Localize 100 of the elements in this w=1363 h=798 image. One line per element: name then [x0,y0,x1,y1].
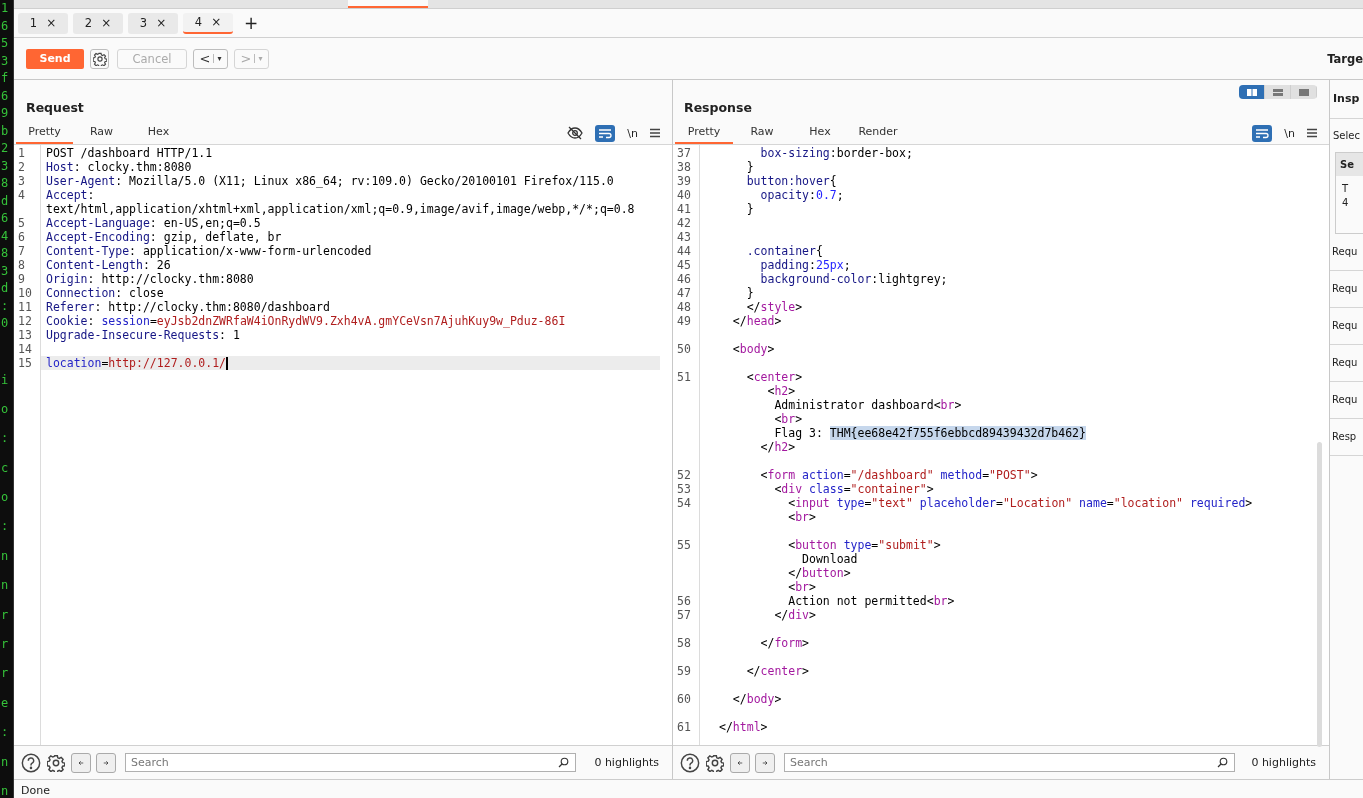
panel-text: T [1342,183,1349,194]
terminal-text: c [1,460,10,475]
code-line: </style> [745,300,803,314]
panel-header: Se [1340,159,1354,170]
view-tab[interactable]: Render [849,122,907,144]
help-icon[interactable] [21,752,41,773]
terminal-text: 4 [1,227,10,245]
code-line: Connection: close [45,286,164,300]
code-line: </html> [718,720,768,734]
line-number: 53 [677,482,691,496]
terminal-text: 0 [1,315,10,332]
inspector-section[interactable]: Requ [1332,283,1358,294]
close-icon[interactable]: × [156,16,167,30]
line-number: 55 [677,538,691,552]
code-line: Download [801,552,858,566]
line-number: 54 [677,496,691,510]
line-number: 43 [677,230,691,244]
newline-toggle[interactable]: \n [627,126,638,140]
terminal-text: d [1,192,10,210]
line-number: 9 [18,272,25,286]
close-icon[interactable]: × [46,16,57,30]
settings-icon[interactable] [706,753,724,772]
line-number: 49 [677,314,691,328]
code-line: button:hover{ [745,174,837,188]
numbered-tab[interactable]: 1 × [18,12,68,34]
code-line: location=http://127.0.0.1/ [45,356,227,370]
line-number: 57 [677,608,691,622]
terminal-text: e [1,695,10,710]
line-number: 45 [677,258,691,272]
code-line: background-color:lightgrey; [759,272,948,286]
settings-button[interactable] [90,48,109,69]
code-line: Content-Type: application/x-www-form-urlencoded [45,244,372,258]
highlights-count: 0 highlights [1251,756,1317,769]
inspector-section[interactable]: Requ [1332,357,1358,368]
terminal-text: 3 [1,52,10,70]
back-button[interactable]: < ▾ [193,48,228,69]
code-line: <button type="submit"> [787,538,941,552]
close-icon[interactable]: × [101,16,112,30]
terminal-text: o [1,401,10,416]
line-number: 38 [677,160,691,174]
layout-toggle[interactable] [1239,85,1265,99]
inspector-section[interactable]: Requ [1332,246,1358,257]
newline-toggle[interactable]: \n [1284,126,1295,140]
code-line: } [745,286,754,300]
nav-tab[interactable] [348,0,428,8]
add-tab-button[interactable]: + [238,13,265,33]
highlights-count: 0 highlights [594,756,660,769]
menu-icon[interactable] [650,128,660,138]
hidden-eye-icon[interactable] [567,126,584,140]
inspector-section[interactable]: Requ [1332,394,1358,405]
columns-icon [1246,88,1257,96]
view-tab[interactable]: Hex [791,122,849,144]
line-number: 50 [677,342,691,356]
line-number: 61 [677,720,691,734]
help-icon[interactable] [680,752,700,773]
view-tab[interactable]: Raw [733,122,791,144]
settings-icon[interactable] [47,753,65,772]
text-cursor [226,356,228,370]
word-wrap-icon[interactable] [595,124,616,142]
code-line: } [745,202,754,216]
line-number: 11 [18,300,32,314]
code-line: </center> [745,664,810,678]
inspector-section[interactable]: Requ [1332,320,1358,331]
terminal-text: : [1,725,10,740]
terminal-text: 6 [1,87,10,105]
close-icon[interactable]: × [211,15,222,29]
line-number: 37 [677,146,691,160]
inspector-title: Insp [1333,92,1360,105]
search-field[interactable]: Search [784,753,1235,772]
menu-icon[interactable] [1307,128,1317,138]
terminal-text: b [1,122,10,140]
word-wrap-icon[interactable] [1252,124,1273,142]
terminal-text: 1 [1,0,10,17]
layout-toggle[interactable] [1265,85,1291,99]
line-number: 59 [677,664,691,678]
view-tab[interactable]: Hex [130,122,187,144]
terminal-text: 2 [1,140,10,157]
terminal-text: n [1,783,10,798]
code-line: </body> [731,692,782,706]
inspector-section[interactable]: Resp [1332,431,1357,442]
code-line: <form action="/dashboard" method="POST"> [759,468,1038,482]
numbered-tab[interactable]: 2 × [73,12,123,34]
numbered-tab[interactable]: 3 × [128,12,178,34]
line-number: 10 [18,286,32,300]
scrollbar-thumb[interactable] [1317,442,1322,747]
line-number: 3 [18,174,25,188]
terminal-text: f [1,70,10,87]
panel-text: 4 [1342,197,1349,208]
terminal-text: : [1,519,10,534]
numbered-tab[interactable]: 4 × [183,12,233,34]
line-number: 15 [18,356,32,370]
code-line: Origin: http://clocky.thm:8080 [45,272,254,286]
search-field[interactable]: Search [125,753,576,772]
code-line: text/html,application/xhtml+xml,application/xml;q=0.9,image/avif,image/webp,*/*;q=0.8 [45,202,635,216]
line-number: 44 [677,244,691,258]
line-number: 41 [677,202,691,216]
layout-toggle[interactable] [1291,85,1317,99]
target-label: Targe [1327,51,1363,66]
view-tab[interactable]: Raw [73,122,130,144]
line-number: 52 [677,468,691,482]
